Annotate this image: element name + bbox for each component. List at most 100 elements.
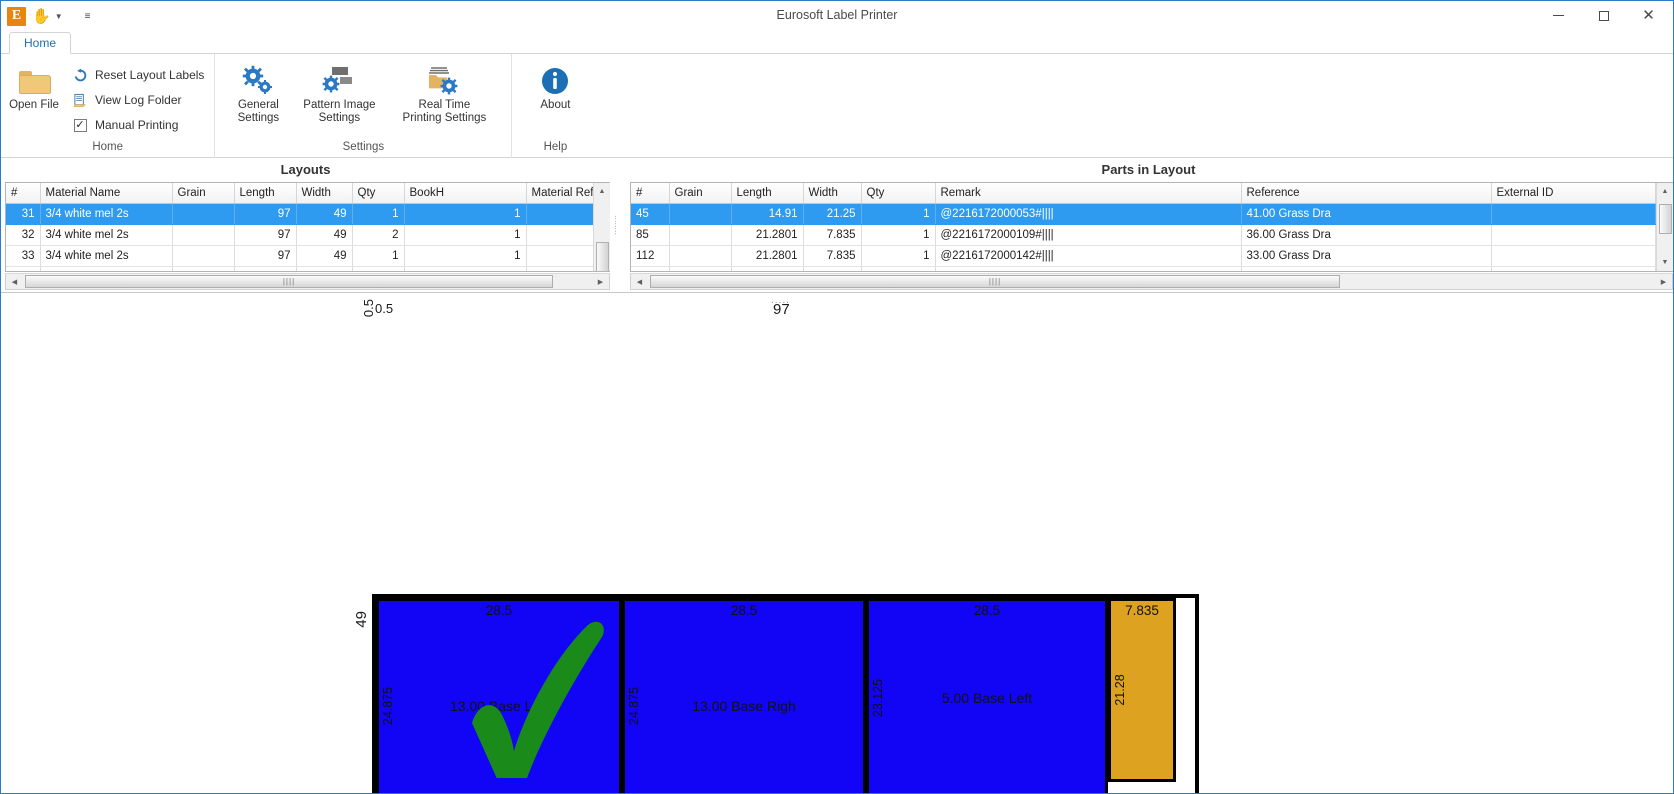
cell-width: 7.835 [803, 224, 861, 245]
layouts-col-width[interactable]: Width [296, 183, 352, 203]
layouts-horizontal-scrollbar[interactable]: ◀ |||| ▶ [5, 273, 610, 290]
margin-top-label: 0.5 [375, 301, 393, 316]
parts-col-qty[interactable]: Qty [861, 183, 935, 203]
pane-splitter[interactable]: ........ [611, 158, 624, 292]
cell-qty [861, 266, 935, 271]
parts-hscroll-track[interactable]: |||| [648, 274, 1655, 289]
part-p3-left-dim: 23.125 [871, 679, 885, 717]
arrow-up-icon[interactable]: ▲ [1657, 183, 1674, 200]
sheet-outline[interactable]: 28.5 24.875 13.00 Base Left 28.5 24.875 … [372, 594, 1199, 794]
checkbox-icon[interactable]: ✓ [71, 119, 89, 132]
pattern-image-settings-button[interactable]: Pattern Image Settings [297, 60, 381, 128]
cell-material [40, 266, 172, 271]
parts-vscroll-thumb[interactable] [1659, 204, 1672, 234]
general-settings-button[interactable]: General Settings [229, 60, 287, 128]
layouts-vertical-scrollbar[interactable]: ▲ ▼ [593, 183, 610, 271]
arrow-right-icon[interactable]: ▶ [1655, 274, 1672, 289]
parts-grid-scrollarea[interactable]: # Grain Length Width Qty Remark Referenc… [631, 183, 1656, 271]
parts-vscroll-track[interactable] [1657, 200, 1674, 254]
table-row[interactable]: 32 3/4 white mel 2s 97 49 2 1 [6, 224, 593, 245]
part-p4-left-dim: 21.28 [1113, 674, 1127, 705]
layouts-col-length[interactable]: Length [234, 183, 296, 203]
parts-col-length[interactable]: Length [731, 183, 803, 203]
parts-col-num[interactable]: # [631, 183, 669, 203]
parts-horizontal-scrollbar[interactable]: ◀ |||| ▶ [630, 273, 1673, 290]
sheet-width-label: 97 [773, 301, 790, 318]
ribbon-group-settings: General Settings [214, 54, 511, 158]
real-time-printing-settings-button[interactable]: Real Time Printing Settings [391, 60, 497, 128]
cell-grain [172, 266, 234, 271]
table-row[interactable]: 112 21.2801 7.835 1 @2216172000142#|||| … [631, 245, 1656, 266]
cell-qty [352, 266, 404, 271]
layouts-hscroll-thumb[interactable]: |||| [25, 275, 553, 288]
arrow-up-icon[interactable]: ▲ [594, 183, 611, 200]
arrow-left-icon[interactable]: ◀ [6, 274, 23, 289]
cell-material: 3/4 white mel 2s [40, 245, 172, 266]
table-row[interactable] [631, 266, 1656, 271]
parts-col-external-id[interactable]: External ID [1491, 183, 1656, 203]
cell-reference: 41.00 Grass Dra [1241, 203, 1491, 224]
cell-remark: @2216172000142#|||| [935, 245, 1241, 266]
manual-printing-checkbox[interactable]: ✓ Manual Printing [69, 114, 210, 136]
customize-toolbar-icon[interactable]: ≡ [85, 11, 90, 22]
cell-reference: 36.00 Grass Dra [1241, 224, 1491, 245]
reset-layout-labels-button[interactable]: Reset Layout Labels [69, 64, 210, 86]
parts-col-remark[interactable]: Remark [935, 183, 1241, 203]
table-row[interactable]: 31 3/4 white mel 2s 97 49 1 1 [6, 203, 593, 224]
layout-diagram[interactable]: ..... 97 49 0.5 0.5 28.5 24.875 13.00 Ba… [1, 293, 1673, 794]
cell-num: 45 [631, 203, 669, 224]
cell-length [234, 266, 296, 271]
cell-length: 97 [234, 203, 296, 224]
layouts-col-bookh[interactable]: BookH [404, 183, 526, 203]
arrow-left-icon[interactable]: ◀ [631, 274, 648, 289]
cell-grain [172, 245, 234, 266]
parts-hscroll-thumb[interactable]: |||| [650, 275, 1340, 288]
table-row[interactable]: 85 21.2801 7.835 1 @2216172000109#|||| 3… [631, 224, 1656, 245]
maximize-button[interactable] [1581, 1, 1626, 30]
open-file-button[interactable]: Open File [5, 60, 63, 115]
part-p1[interactable]: 28.5 24.875 13.00 Base Left [376, 598, 622, 794]
table-row[interactable] [6, 266, 593, 271]
arrow-down-icon[interactable]: ▼ [1657, 254, 1674, 271]
layouts-col-material-ref[interactable]: Material Ref [526, 183, 593, 203]
layouts-hscroll-track[interactable]: |||| [23, 274, 592, 289]
part-p1-left-dim: 24.875 [381, 686, 395, 724]
layouts-col-grain[interactable]: Grain [172, 183, 234, 203]
cell-length: 21.2801 [731, 245, 803, 266]
cell-num: 33 [6, 245, 40, 266]
cell-remark: @2216172000053#|||| [935, 203, 1241, 224]
parts-col-width[interactable]: Width [803, 183, 861, 203]
cell-qty: 1 [861, 245, 935, 266]
close-button[interactable]: ✕ [1626, 1, 1671, 30]
hand-icon[interactable]: ✋ [32, 9, 51, 24]
parts-col-reference[interactable]: Reference [1241, 183, 1491, 203]
part-p3-top-dim: 28.5 [869, 603, 1105, 618]
table-row[interactable]: 45 14.91 21.25 1 @2216172000053#|||| 41.… [631, 203, 1656, 224]
part-p2-left-dim: 24.875 [627, 686, 641, 724]
cell-bookh: 1 [404, 245, 526, 266]
tab-home[interactable]: Home [9, 32, 71, 54]
cell-num: 31 [6, 203, 40, 224]
layouts-col-qty[interactable]: Qty [352, 183, 404, 203]
layouts-vscroll-track[interactable] [594, 200, 611, 254]
part-p3[interactable]: 28.5 23.125 5.00 Base Left [866, 598, 1108, 794]
chevron-down-icon[interactable]: ▼ [55, 12, 63, 21]
cell-bookh: 1 [404, 203, 526, 224]
part-p4[interactable]: 7.835 21.28 [1108, 598, 1176, 782]
layouts-col-num[interactable]: # [6, 183, 40, 203]
layouts-col-material-name[interactable]: Material Name [40, 183, 172, 203]
parts-vertical-scrollbar[interactable]: ▲ ▼ [1656, 183, 1673, 271]
part-p2[interactable]: 28.5 24.875 13.00 Base Righ [622, 598, 866, 794]
table-row[interactable]: 33 3/4 white mel 2s 97 49 1 1 [6, 245, 593, 266]
ribbon-group-help: About Help [511, 54, 598, 158]
minimize-button[interactable] [1536, 1, 1581, 30]
cell-width [803, 266, 861, 271]
layouts-grid-scrollarea[interactable]: # Material Name Grain Length Width Qty B… [6, 183, 593, 271]
arrow-right-icon[interactable]: ▶ [592, 274, 609, 289]
layouts-vscroll-thumb[interactable] [596, 242, 609, 272]
view-log-folder-button[interactable]: View Log Folder [69, 89, 210, 111]
parts-col-grain[interactable]: Grain [669, 183, 731, 203]
cell-width: 49 [296, 245, 352, 266]
about-button[interactable]: About [526, 60, 584, 115]
pattern-image-settings-line1: Pattern Image [303, 99, 375, 112]
